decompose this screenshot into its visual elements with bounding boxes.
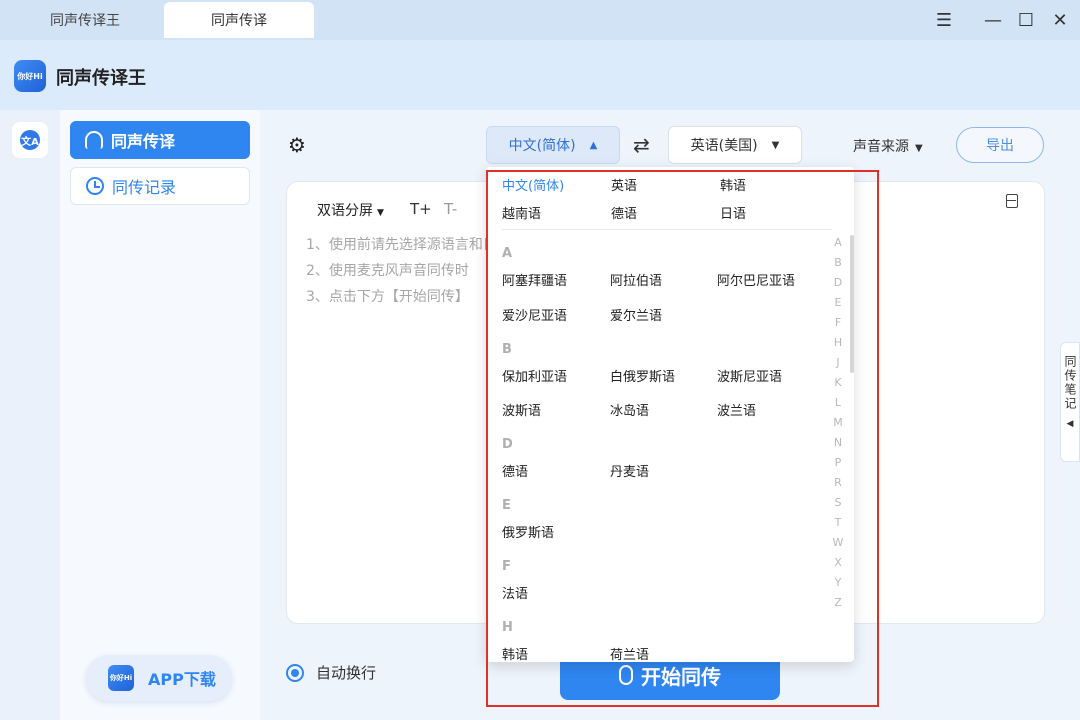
font-increase-icon[interactable]: T+ xyxy=(410,200,432,218)
notes-side-tab[interactable]: 同传笔记 ◀ xyxy=(1060,342,1080,462)
tab-app-home[interactable]: 同声传译王 xyxy=(10,2,160,38)
auto-wrap-label: 自动换行 xyxy=(316,664,377,682)
target-language-value: 英语(美国) xyxy=(690,138,758,154)
caret-down-icon: ▼ xyxy=(771,139,780,151)
notes-side-label: 同传笔记 xyxy=(1063,355,1077,411)
export-button[interactable]: 导出 xyxy=(956,127,1044,163)
split-view-icon[interactable] xyxy=(1006,194,1018,208)
highlight-box xyxy=(486,170,879,707)
app-name: 同声传译王 xyxy=(56,68,146,89)
swap-icon[interactable]: ⇄ xyxy=(633,133,650,157)
headset-icon xyxy=(85,131,103,149)
audio-source-label: 声音来源 xyxy=(853,139,909,155)
display-mode-label: 双语分屏 xyxy=(317,203,373,219)
chevron-left-icon: ◀ xyxy=(1066,419,1074,429)
sidebar-item-label: 同声传译 xyxy=(111,132,176,151)
app-download-label: APP下载 xyxy=(148,670,216,689)
title-bar xyxy=(0,0,1080,40)
clock-icon xyxy=(86,177,104,195)
target-language-select[interactable]: 英语(美国) ▼ xyxy=(668,126,802,164)
caret-down-icon: ▼ xyxy=(915,143,923,154)
maximize-icon[interactable]: ☐ xyxy=(1014,8,1038,32)
source-language-value: 中文(简体) xyxy=(508,138,576,154)
display-mode-select[interactable]: 双语分屏 ▼ xyxy=(317,200,384,220)
source-language-select[interactable]: 中文(简体) ▲ xyxy=(486,126,620,164)
tip-line-2: 2、使用麦克风声音同传时 xyxy=(306,263,469,279)
tip-line-3: 3、点击下方【开始同传】 xyxy=(306,289,469,305)
close-icon[interactable]: ✕ xyxy=(1048,8,1072,32)
minimize-icon[interactable]: — xyxy=(981,8,1005,32)
radio-icon xyxy=(286,663,304,682)
tab-simultaneous-interpretation[interactable]: 同声传译 xyxy=(164,2,314,38)
gear-icon[interactable]: ⚙ xyxy=(286,133,308,157)
menu-icon[interactable]: ☰ xyxy=(932,8,956,32)
sidebar-item-interpretation[interactable]: 同声传译 xyxy=(70,121,250,159)
translate-icon: 文A xyxy=(20,130,40,150)
logo-text: 你好Hi xyxy=(17,71,43,81)
tip-line-1: 1、使用前请先选择源语言和目标语言 xyxy=(306,237,491,253)
audio-source-select[interactable]: 声音来源 ▼ xyxy=(853,136,923,156)
caret-down-icon: ▼ xyxy=(377,208,384,218)
font-decrease-icon[interactable]: T- xyxy=(444,200,457,218)
icon-rail xyxy=(0,110,60,720)
auto-wrap-option[interactable]: 自动换行 xyxy=(286,662,376,683)
sidebar-item-records[interactable]: 同传记录 xyxy=(70,167,250,205)
app-header xyxy=(0,40,1080,110)
sidebar-item-label: 同传记录 xyxy=(112,178,177,197)
app-download-button[interactable]: 你好Hi APP下载 xyxy=(86,655,232,701)
app-logo: 你好Hi xyxy=(14,60,46,92)
caret-up-icon: ▲ xyxy=(589,139,598,151)
app-mini-logo: 你好Hi xyxy=(108,665,134,691)
translate-rail-button[interactable]: 文A xyxy=(12,122,48,158)
